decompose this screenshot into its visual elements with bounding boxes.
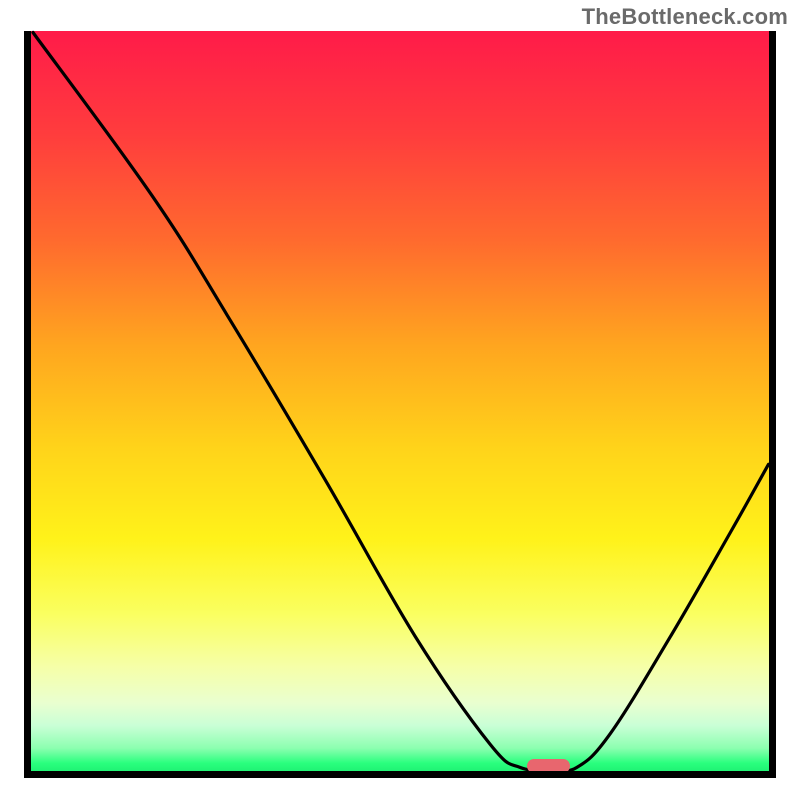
- curve-path: [33, 33, 769, 771]
- bottleneck-curve: [24, 31, 776, 778]
- optimal-marker: [527, 759, 570, 773]
- watermark-text: TheBottleneck.com: [582, 4, 788, 30]
- chart-canvas: TheBottleneck.com: [0, 0, 800, 800]
